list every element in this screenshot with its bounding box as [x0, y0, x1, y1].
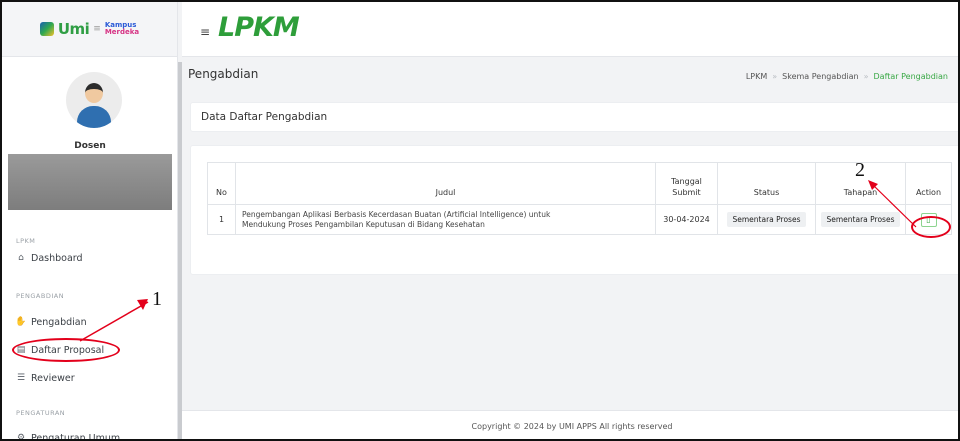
app-window: Umi ≡ Kampus Merdeka Dosen LPKM ⌂ Dashbo… — [0, 0, 960, 441]
annotation-number-1: 1 — [152, 288, 162, 310]
annotation-arrows — [79, 180, 917, 342]
annotation-number-2: 2 — [855, 159, 865, 181]
arrow-2-line — [871, 183, 917, 228]
arrow-1-line — [79, 301, 149, 342]
arrow-1-head — [137, 299, 148, 310]
